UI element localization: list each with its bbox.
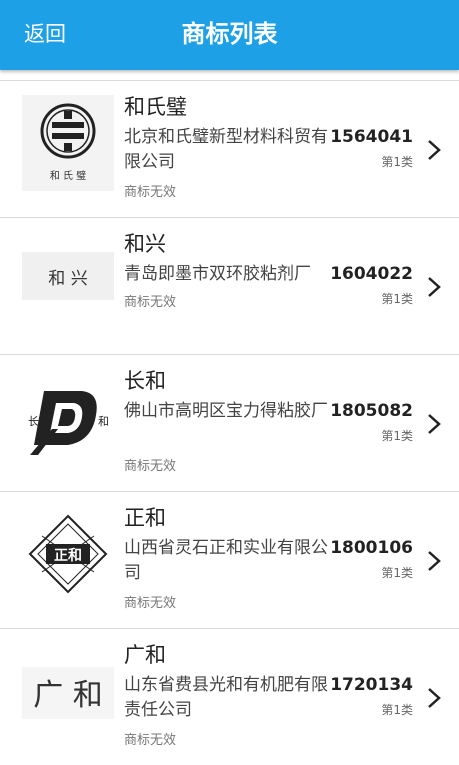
registration-number: 1720134 [330,675,413,695]
app-screen: 返回 商标列表 和 氏 璧 和氏璧 北京和氏璧新型材料科贸有限公司 商标无效 1… [0,0,459,765]
class-label: 第1类 [381,155,413,169]
svg-text:正和: 正和 [54,548,82,564]
status-text: 商标无效 [124,295,177,310]
list-item[interactable]: 正和 正和 山西省灵石正和实业有限公司 商标无效 1800106 第1类 [0,491,459,627]
class-label: 第1类 [381,566,413,580]
company-name: 青岛即墨市双环胶粘剂厂 [124,264,311,284]
trademark-logo: 和 氏 璧 [22,95,114,191]
chevron-right-icon [428,414,441,434]
svg-text:和 兴: 和 兴 [48,269,87,289]
trademark-logo: 长 和 [22,369,114,465]
class-label: 第1类 [381,703,413,717]
trademark-logo: 广 和 [22,643,114,739]
trademark-name: 和氏璧 [124,95,187,119]
list-item[interactable]: 和 兴 和兴 青岛即墨市双环胶粘剂厂 商标无效 1604022 第1类 [0,217,459,353]
list-item[interactable]: 广 和 广和 山东省费县光和有机肥有限责任公司 商标无效 1720134 第1类 [0,628,459,764]
trademark-name: 长和 [124,369,166,393]
chevron-right-icon [428,140,441,160]
list-item[interactable]: 长 和 长和 佛山市高明区宝力得粘胶厂 商标无效 1805082 第1类 [0,354,459,490]
trademark-name: 广和 [124,643,166,667]
company-name: 山西省灵石正和实业有限公司 [124,538,328,583]
svg-text:广 和: 广 和 [33,678,103,713]
registration-number: 1604022 [330,264,413,284]
svg-text:和 氏 璧: 和 氏 璧 [50,169,86,182]
top-nav-bar: 返回 商标列表 [0,0,459,70]
chevron-right-icon [428,551,441,571]
trademark-logo: 和 兴 [22,232,114,328]
chevron-right-icon [428,277,441,297]
trademark-name: 和兴 [124,232,166,256]
class-label: 第1类 [381,292,413,306]
list-item[interactable]: 和 氏 璧 和氏璧 北京和氏璧新型材料科贸有限公司 商标无效 1564041 第… [0,80,459,216]
registration-number: 1564041 [330,127,413,147]
registration-number: 1805082 [330,401,413,421]
company-name: 北京和氏璧新型材料科贸有限公司 [124,127,328,172]
trademark-logo: 正和 [22,506,114,602]
company-name: 山东省费县光和有机肥有限责任公司 [124,675,328,720]
page-title: 商标列表 [181,20,278,48]
status-text: 商标无效 [124,733,177,748]
svg-text:和: 和 [98,415,109,428]
registration-number: 1800106 [330,538,413,558]
status-text: 商标无效 [124,185,177,200]
company-name: 佛山市高明区宝力得粘胶厂 [124,401,328,421]
status-text: 商标无效 [124,459,177,474]
status-text: 商标无效 [124,596,177,611]
svg-text:长: 长 [28,415,39,428]
trademark-name: 正和 [124,506,166,530]
chevron-right-icon [428,688,441,708]
class-label: 第1类 [381,429,413,443]
